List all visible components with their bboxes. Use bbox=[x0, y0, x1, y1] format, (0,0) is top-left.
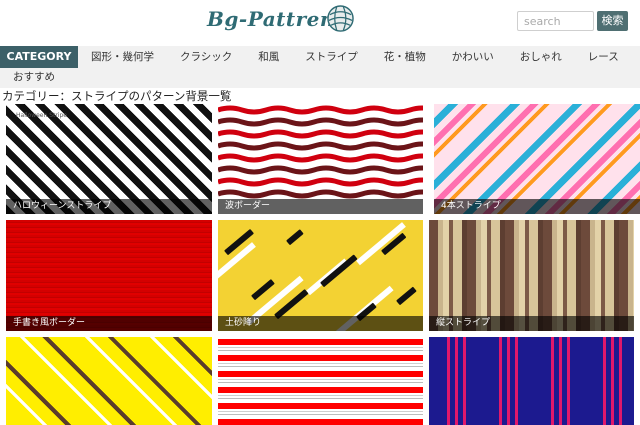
pattern-card[interactable] bbox=[218, 337, 423, 425]
nav-item-cute[interactable]: かわいい bbox=[439, 46, 507, 68]
category-nav-row2: おすすめ bbox=[0, 68, 640, 88]
pattern-thumbnail bbox=[6, 104, 212, 214]
search-button[interactable]: 検索 bbox=[597, 11, 628, 31]
pattern-card[interactable]: 4本ストライプ bbox=[434, 104, 640, 214]
nav-item-stripe[interactable]: ストライプ bbox=[292, 46, 371, 68]
pattern-caption: 縦ストライプ bbox=[429, 316, 634, 331]
pattern-caption: 土砂降り bbox=[218, 316, 423, 331]
pattern-thumbnail bbox=[218, 220, 423, 331]
nav-items: 図形・幾何学 クラシック 和風 ストライプ 花・植物 かわいい おしゃれ レース bbox=[78, 46, 632, 68]
site-logo[interactable]: Bg-Pattrens bbox=[207, 7, 347, 31]
pattern-thumbnail bbox=[6, 220, 212, 331]
pattern-card[interactable]: 土砂降り bbox=[218, 220, 423, 331]
search-input[interactable] bbox=[517, 11, 594, 31]
pattern-thumbnail bbox=[429, 337, 634, 425]
nav-item-floral[interactable]: 花・植物 bbox=[371, 46, 439, 68]
pattern-thumbnail bbox=[6, 337, 212, 425]
pattern-thumbnail bbox=[429, 220, 634, 331]
pattern-card[interactable] bbox=[429, 337, 634, 425]
pattern-thumbnail bbox=[218, 337, 423, 425]
logo-ball-icon bbox=[327, 5, 354, 32]
pattern-caption: 波ボーダー bbox=[218, 199, 423, 214]
nav-item-classic[interactable]: クラシック bbox=[167, 46, 245, 68]
nav-item-recommended[interactable]: おすすめ bbox=[13, 68, 55, 86]
page-title: カテゴリー：ストライプのパターン背景一覧 bbox=[2, 89, 232, 103]
category-nav: CATEGORY 図形・幾何学 クラシック 和風 ストライプ 花・植物 かわいい… bbox=[0, 46, 640, 68]
site-header: Bg-Pattrens 検索 bbox=[0, 0, 640, 46]
pattern-thumbnail bbox=[218, 104, 423, 214]
pattern-caption: 4本ストライプ bbox=[434, 199, 640, 214]
nav-item-japanese[interactable]: 和風 bbox=[245, 46, 292, 68]
nav-item-stylish[interactable]: おしゃれ bbox=[507, 46, 575, 68]
pattern-caption: 手書き風ボーダー bbox=[6, 316, 212, 331]
pattern-card[interactable]: 波ボーダー bbox=[218, 104, 423, 214]
nav-item-lace[interactable]: レース bbox=[575, 46, 632, 68]
pattern-card[interactable]: 手書き風ボーダー bbox=[6, 220, 212, 331]
pattern-caption: ハロウィーンストライプ bbox=[6, 199, 212, 214]
nav-item-geometric[interactable]: 図形・幾何学 bbox=[78, 46, 167, 68]
pattern-thumbnail bbox=[434, 104, 640, 214]
pattern-card[interactable] bbox=[6, 337, 212, 425]
pattern-tag: Halloween Stripe bbox=[16, 112, 67, 119]
pattern-card[interactable]: 縦ストライプ bbox=[429, 220, 634, 331]
pattern-card[interactable]: Halloween Stripe ハロウィーンストライプ bbox=[6, 104, 212, 214]
nav-category-label[interactable]: CATEGORY bbox=[0, 46, 78, 68]
pattern-grid: Halloween Stripe ハロウィーンストライプ 波ボーダー 4本ストラ… bbox=[0, 104, 640, 425]
